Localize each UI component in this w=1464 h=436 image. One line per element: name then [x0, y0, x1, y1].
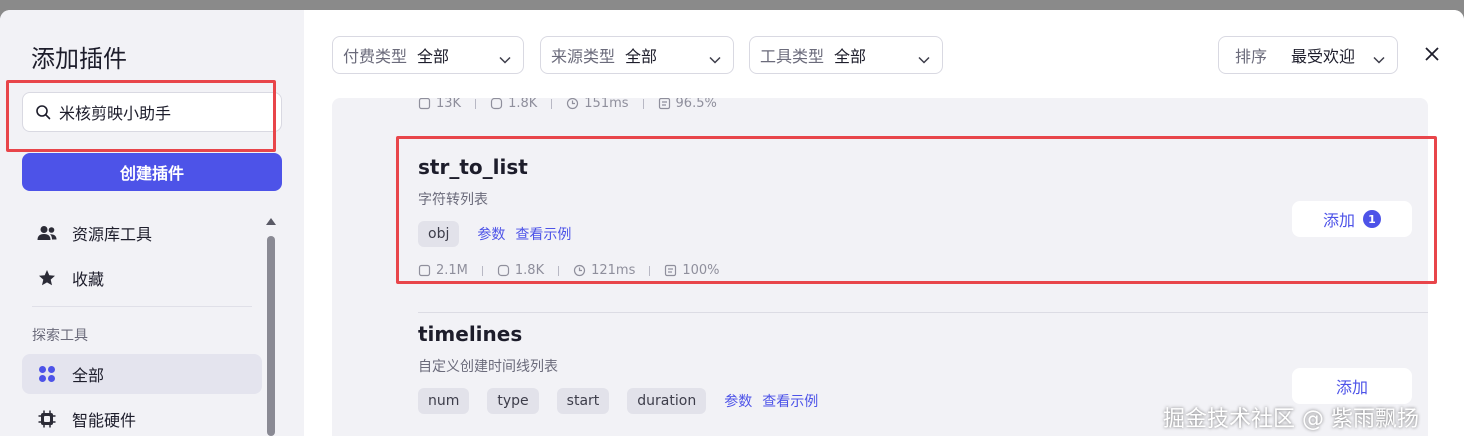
filter-value: 全部 [417, 47, 450, 66]
sidebar-item-label: 收藏 [72, 270, 105, 289]
filter-label: 来源类型 [551, 47, 616, 66]
sort-label: 排序 [1235, 47, 1268, 66]
latency-value: 121ms [591, 263, 636, 278]
users-icon [497, 264, 509, 277]
users-icon [490, 98, 503, 110]
plugin-name[interactable]: timelines [418, 322, 522, 346]
sidebar: 添加插件 米核剪映小助手 创建插件 资源库工具 收藏 探索工具 全部 智能硬件 [0, 10, 304, 436]
latency-value: 151ms [584, 98, 629, 111]
added-count-badge: 1 [1363, 210, 1381, 228]
calls-icon [418, 98, 431, 110]
sidebar-item-label: 智能硬件 [72, 411, 137, 430]
chevron-down-icon [709, 49, 721, 68]
sort-select[interactable]: 排序 最受欢迎 [1218, 36, 1398, 74]
filter-label: 付费类型 [343, 47, 408, 66]
create-plugin-button[interactable]: 创建插件 [22, 153, 282, 191]
clock-icon [573, 264, 586, 277]
calls-count: 2.1M [436, 263, 468, 278]
plugin-name[interactable]: str_to_list [418, 155, 528, 179]
watermark: 掘金技术社区 @ 紫雨飘扬 [1163, 407, 1419, 432]
success-rate: 96.5% [675, 98, 717, 111]
plugin-tags: obj 参数 查看示例 [418, 221, 581, 247]
payment-type-filter[interactable]: 付费类型 全部 [332, 36, 524, 74]
item-divider [418, 312, 1428, 313]
sidebar-scrollbar[interactable] [264, 218, 278, 436]
close-icon [1425, 46, 1439, 65]
sidebar-item-all[interactable]: 全部 [22, 354, 262, 394]
sidebar-divider [32, 306, 252, 307]
add-plugin-button[interactable]: 添加 1 [1292, 201, 1412, 237]
param-tag: start [556, 388, 610, 414]
dialog-title: 添加插件 [31, 45, 127, 73]
users-count: 1.8K [508, 98, 538, 111]
filter-value: 全部 [834, 47, 867, 66]
search-value: 米核剪映小助手 [59, 104, 172, 123]
filter-label: 工具类型 [760, 47, 825, 66]
search-icon [35, 104, 51, 120]
param-tag: duration [627, 388, 707, 414]
users-icon [36, 223, 58, 243]
chevron-down-icon [499, 49, 511, 68]
filter-value: 全部 [625, 47, 658, 66]
success-rate: 100% [682, 263, 720, 278]
search-input[interactable]: 米核剪映小助手 [22, 92, 282, 132]
view-example-link[interactable]: 查看示例 [515, 224, 571, 244]
clock-icon [567, 98, 579, 110]
star-icon [36, 268, 58, 288]
sort-value: 最受欢迎 [1291, 47, 1356, 66]
plugin-description: 字符转列表 [418, 192, 488, 208]
scroll-up-arrow-icon[interactable] [266, 218, 276, 225]
explore-section-label: 探索工具 [32, 328, 88, 344]
tool-type-filter[interactable]: 工具类型 全部 [749, 36, 943, 74]
chip-icon [36, 409, 58, 429]
plugin-description: 自定义创建时间线列表 [418, 359, 558, 375]
users-count: 1.8K [514, 263, 545, 278]
add-plugin-button[interactable]: 添加 [1292, 368, 1412, 404]
scrollbar-thumb[interactable] [267, 236, 275, 436]
view-example-link[interactable]: 查看示例 [762, 391, 818, 411]
plugin-stats: 2.1M 1.8K 121ms 100% [418, 263, 734, 278]
plugin-tags: num type start duration 参数 查看示例 [418, 388, 828, 414]
add-label: 添加 [1322, 211, 1355, 230]
sidebar-item-favorites[interactable]: 收藏 [22, 258, 262, 298]
calls-count: 13K [436, 98, 462, 111]
params-link[interactable]: 参数 [724, 391, 752, 411]
param-tag: obj [418, 221, 460, 247]
success-rate-icon [665, 264, 677, 277]
source-type-filter[interactable]: 来源类型 全部 [540, 36, 734, 74]
main-panel: 付费类型 全部 来源类型 全部 工具类型 全部 排序 最受欢迎 13K 1.8K… [304, 10, 1464, 436]
plugin-list[interactable]: 13K 1.8K 151ms 96.5% str_to_list 字符转列表 o… [332, 98, 1428, 436]
add-plugin-dialog: 添加插件 米核剪映小助手 创建插件 资源库工具 收藏 探索工具 全部 智能硬件 … [0, 10, 1464, 436]
param-tag: num [418, 388, 470, 414]
close-button[interactable] [1422, 45, 1442, 65]
sidebar-item-label: 全部 [72, 366, 105, 385]
sidebar-item-library-tools[interactable]: 资源库工具 [22, 213, 262, 253]
sidebar-item-label: 资源库工具 [72, 225, 153, 244]
params-link[interactable]: 参数 [477, 224, 505, 244]
grid-icon [36, 364, 58, 384]
plugin-stats: 13K 1.8K 151ms 96.5% [418, 98, 731, 111]
add-label: 添加 [1335, 378, 1368, 397]
param-tag: type [487, 388, 539, 414]
calls-icon [418, 264, 431, 277]
chevron-down-icon [918, 49, 930, 68]
success-rate-icon [658, 98, 670, 110]
sidebar-item-smart-hardware[interactable]: 智能硬件 [22, 399, 262, 436]
chevron-down-icon [1373, 49, 1385, 68]
